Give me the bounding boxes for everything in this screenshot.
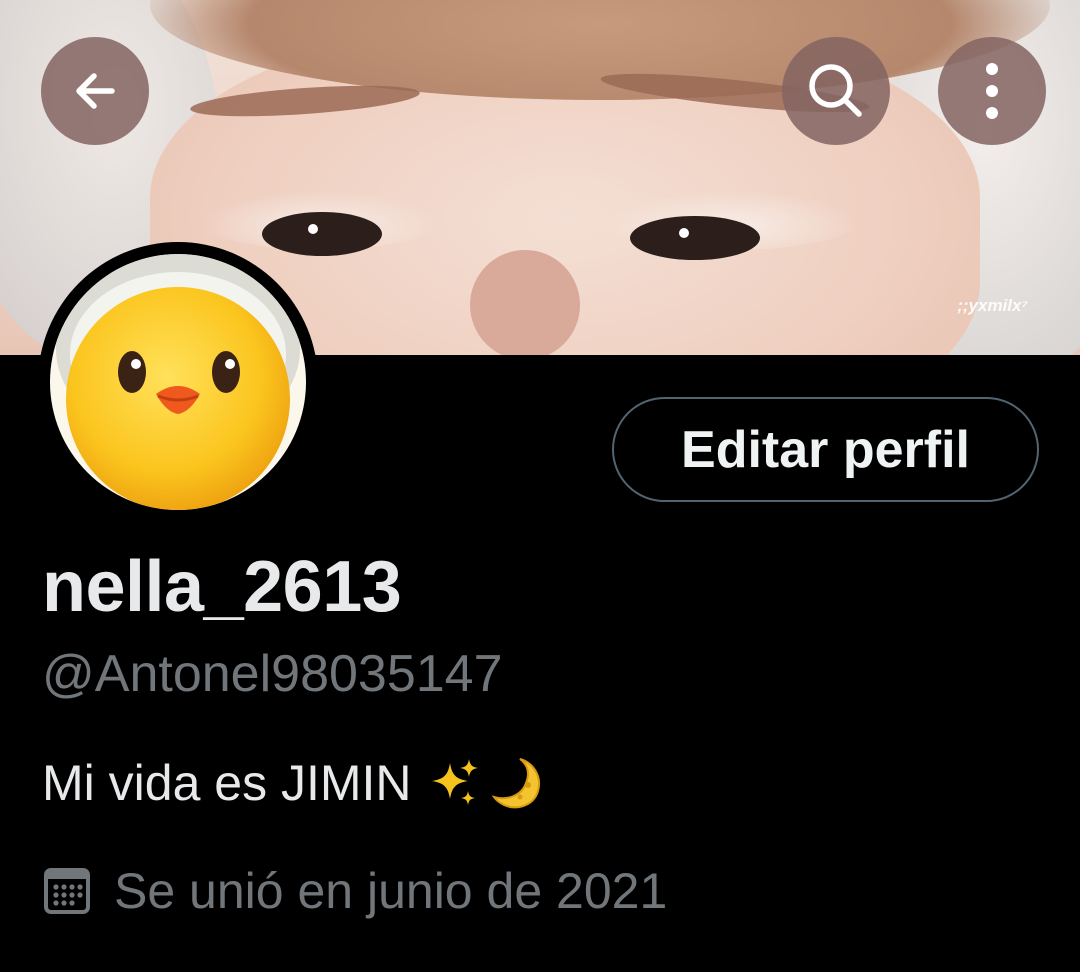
joined-text: Se unió en junio de 2021 [114, 863, 668, 919]
profile-avatar[interactable] [38, 242, 318, 522]
banner-photo-detail [630, 216, 760, 260]
banner-photo-detail [262, 212, 382, 256]
banner-photo-detail [470, 250, 580, 355]
more-options-button[interactable] [938, 37, 1046, 145]
sparkles-icon [431, 759, 478, 805]
avatar-image [50, 254, 306, 510]
banner-watermark: ;;yxmilx⁷ [957, 296, 1028, 315]
display-name: nella_2613 [42, 547, 402, 627]
joined-date: Se unió en junio de 2021 [42, 862, 667, 920]
crescent-moon-icon [491, 758, 540, 809]
baby-chick-icon [56, 254, 300, 510]
arrow-left-icon [76, 73, 115, 109]
search-button[interactable] [782, 37, 890, 145]
bio-text: Mi vida es JIMIN [42, 755, 412, 811]
edit-profile-button[interactable]: Editar perfil [612, 397, 1039, 502]
user-handle: @Antonel98035147 [42, 645, 503, 703]
back-button[interactable] [41, 37, 149, 145]
profile-bio: Mi vida es JIMIN [42, 754, 546, 812]
more-vertical-icon [986, 63, 998, 119]
bio-emojis [428, 755, 546, 811]
calendar-icon [44, 868, 90, 914]
search-icon [809, 64, 862, 117]
